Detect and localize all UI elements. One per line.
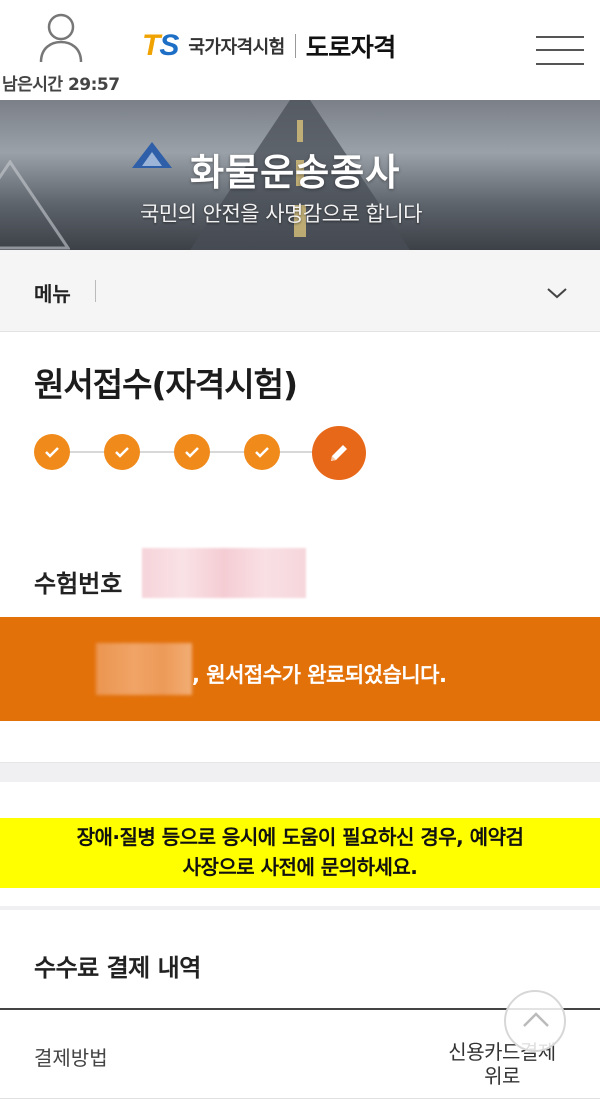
completion-banner: , 원서접수가 완료되었습니다. — [0, 617, 600, 721]
scroll-to-top-button[interactable] — [504, 990, 566, 1052]
session-timer: 남은시간 29:57 — [2, 75, 120, 95]
user-icon[interactable] — [38, 12, 84, 64]
menu-divider — [95, 280, 96, 302]
completion-message: , 원서접수가 완료되었습니다. — [192, 663, 447, 687]
chevron-down-icon[interactable] — [546, 286, 568, 300]
notice-line-2: 사장으로 사전에 문의하세요. — [182, 855, 418, 879]
hamburger-icon[interactable] — [536, 32, 584, 68]
menu-label: 메뉴 — [34, 282, 71, 306]
triangle-deco-left — [0, 160, 70, 250]
chevron-up-icon — [523, 1012, 549, 1027]
user-session[interactable]: 남은시간 29:57 — [0, 12, 130, 96]
progress-steps — [34, 424, 374, 480]
hero-banner: 화물운송종사 국민의 안전을 사명감으로 합니다 — [0, 100, 600, 250]
check-icon — [255, 447, 269, 458]
step-1-complete — [34, 434, 70, 470]
fee-section-title: 수수료 결제 내역 — [34, 954, 201, 982]
site-brand[interactable]: TS 국가자격시험 도로자격 — [142, 26, 396, 66]
brand-divider — [294, 34, 296, 58]
menu-dropdown[interactable]: 메뉴 — [0, 250, 600, 332]
step-3-complete — [174, 434, 210, 470]
brand-org-name: 국가자격시험 — [188, 37, 285, 58]
step-4-complete — [244, 434, 280, 470]
triangle-logo-icon — [132, 142, 172, 168]
assistance-notice: 장애·질병 등으로 응시에 도움이 필요하신 경우, 예약검 사장으로 사전에 … — [0, 818, 600, 888]
ts-logo: TS — [142, 29, 179, 62]
banner-title: 화물운송종사 — [190, 151, 401, 194]
notice-line-1: 장애·질병 등으로 응시에 도움이 필요하신 경우, 예약검 — [76, 825, 524, 849]
check-icon — [115, 447, 129, 458]
step-5-current — [312, 426, 366, 480]
applicant-name-redacted — [96, 643, 192, 695]
brand-site-title: 도로자격 — [305, 33, 397, 62]
pencil-icon — [331, 445, 347, 461]
page-title: 원서접수(자격시험) — [34, 365, 298, 404]
exam-number-label: 수험번호 — [34, 570, 123, 598]
section-divider-2 — [0, 906, 600, 910]
payment-method-label: 결제방법 — [34, 1046, 108, 1070]
exam-number-redacted — [142, 548, 306, 598]
section-divider — [0, 762, 600, 782]
table-bottom-rule — [0, 1098, 600, 1099]
scroll-top-label[interactable]: 위로 — [484, 1064, 520, 1088]
step-2-complete — [104, 434, 140, 470]
banner-subtitle: 국민의 안전을 사명감으로 합니다 — [140, 202, 423, 226]
check-icon — [185, 447, 199, 458]
app-header: 남은시간 29:57 TS 국가자격시험 도로자격 — [0, 0, 600, 100]
check-icon — [45, 447, 59, 458]
